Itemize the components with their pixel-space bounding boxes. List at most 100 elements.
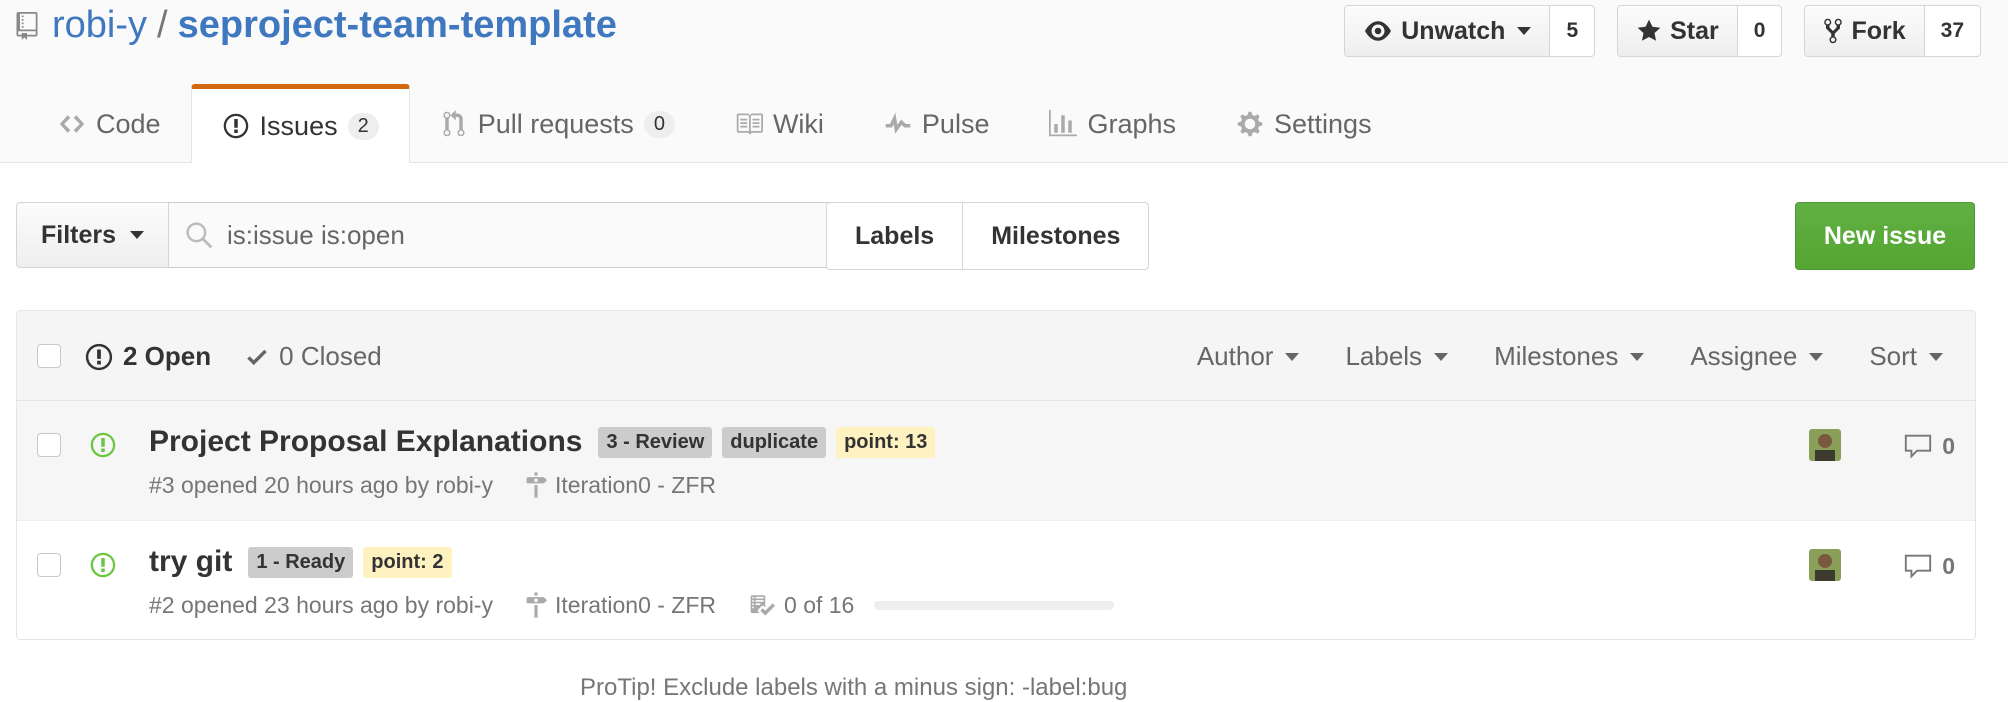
labels-filter-label: Labels [1345, 341, 1423, 371]
assignee-filter-label: Assignee [1690, 341, 1798, 371]
issues-counter: 2 [347, 112, 379, 140]
milestone-icon [526, 592, 547, 618]
watch-button-group: Unwatch 5 [1344, 5, 1596, 57]
labels-milestones-group: Labels Milestones [826, 202, 1150, 270]
stars-count[interactable]: 0 [1738, 6, 1782, 56]
issue-state-toggle: 2 Open 0 Closed [85, 341, 382, 372]
sort-menu[interactable]: Sort [1869, 341, 1943, 372]
forks-count[interactable]: 37 [1925, 6, 1980, 56]
repo-title: robi-y / seproject-team-template [16, 4, 617, 47]
star-label: Star [1670, 16, 1719, 45]
fork-label: Fork [1851, 16, 1906, 45]
milestone-icon [526, 472, 547, 498]
pull-requests-counter: 0 [643, 110, 675, 138]
new-issue-button[interactable]: New issue [1795, 202, 1975, 270]
comment-count: 0 [1942, 432, 1955, 459]
filters-button[interactable]: Filters [16, 202, 170, 268]
closed-count-label: 0 Closed [279, 341, 382, 371]
issue-title-line: try git 1 - Ready point: 2 [149, 545, 452, 579]
eye-icon [1365, 21, 1392, 41]
issue-meta: #2 opened 23 hours ago by robi-y Iterati… [149, 590, 1115, 620]
issues-table-header: 2 Open 0 Closed Author Labels Milestones… [17, 311, 1975, 401]
task-progress-bar [874, 600, 1115, 610]
select-all-checkbox[interactable] [37, 344, 61, 368]
gear-icon [1237, 111, 1263, 137]
search-value: is:issue is:open [227, 219, 405, 250]
issue-milestone-label: Iteration0 - ZFR [554, 591, 717, 618]
protip-text: ProTip! Exclude labels with a minus sign… [580, 674, 1128, 701]
tab-pull-requests-label: Pull requests [477, 108, 634, 139]
issue-label[interactable]: 1 - Ready [248, 546, 354, 578]
tab-settings-label: Settings [1274, 108, 1372, 139]
issue-opened-info: #3 opened 20 hours ago by robi-y [149, 471, 493, 498]
issue-title-link[interactable]: try git [149, 545, 232, 579]
star-button-group: Star 0 [1617, 5, 1783, 57]
issue-comments-link[interactable]: 0 [1902, 551, 1955, 581]
star-button[interactable]: Star [1618, 6, 1738, 56]
star-icon [1637, 19, 1661, 41]
author-filter-menu[interactable]: Author [1197, 341, 1300, 372]
issues-filter-bar: Filters is:issue is:open [16, 202, 843, 268]
tab-issues-label: Issues [259, 110, 338, 141]
code-icon [59, 115, 85, 133]
issue-checkbox[interactable] [37, 433, 61, 457]
task-progress: 0 of 16 [748, 592, 1115, 619]
fork-icon [1824, 18, 1843, 44]
issue-milestone-link[interactable]: Iteration0 - ZFR [525, 590, 716, 620]
issue-title-line: Project Proposal Explanations 3 - Review… [149, 425, 936, 459]
labels-filter-menu[interactable]: Labels [1345, 341, 1449, 372]
assignee-filter-menu[interactable]: Assignee [1690, 341, 1824, 372]
unwatch-button[interactable]: Unwatch [1345, 6, 1551, 56]
avatar-image [1809, 429, 1841, 461]
milestones-button[interactable]: Milestones [963, 203, 1148, 269]
tab-pull-requests[interactable]: Pull requests 0 [410, 88, 705, 160]
issue-label[interactable]: duplicate [722, 426, 827, 458]
tab-graphs-label: Graphs [1087, 108, 1177, 139]
open-issues-link[interactable]: 2 Open [85, 341, 211, 372]
repo-owner-link[interactable]: robi-y [52, 4, 147, 47]
unwatch-label: Unwatch [1401, 16, 1506, 45]
watchers-count[interactable]: 5 [1550, 6, 1594, 56]
tab-code-label: Code [96, 108, 161, 139]
chevron-down-icon [1809, 352, 1824, 361]
tab-code[interactable]: Code [28, 88, 191, 160]
issue-row: try git 1 - Ready point: 2 #2 opened 23 … [17, 521, 1975, 639]
repo-icon [16, 11, 38, 40]
open-count-label: 2 Open [123, 341, 212, 371]
pull-request-icon [443, 110, 465, 137]
tab-wiki[interactable]: Wiki [705, 88, 854, 160]
tab-settings[interactable]: Settings [1206, 88, 1402, 160]
assignee-avatar[interactable] [1809, 549, 1841, 581]
labels-button[interactable]: Labels [827, 203, 964, 269]
tab-pulse[interactable]: Pulse [854, 88, 1020, 160]
milestones-filter-menu[interactable]: Milestones [1494, 341, 1645, 372]
closed-issues-link[interactable]: 0 Closed [245, 341, 382, 372]
issue-comments-link[interactable]: 0 [1902, 431, 1955, 461]
issue-checkbox[interactable] [37, 553, 61, 577]
repo-name-link[interactable]: seproject-team-template [178, 4, 617, 47]
filters-label: Filters [41, 220, 117, 249]
sort-label: Sort [1869, 341, 1917, 371]
issue-milestone-link[interactable]: Iteration0 - ZFR [525, 470, 716, 500]
issue-label[interactable]: point: 2 [363, 546, 452, 578]
check-icon [247, 349, 267, 365]
comment-icon [1905, 554, 1932, 579]
fork-button[interactable]: Fork [1805, 6, 1925, 56]
comment-count: 0 [1942, 552, 1955, 579]
tab-pulse-label: Pulse [921, 108, 990, 139]
issue-label[interactable]: point: 13 [836, 426, 936, 458]
tab-issues[interactable]: Issues 2 [190, 84, 410, 163]
milestones-filter-label: Milestones [1494, 341, 1619, 371]
assignee-avatar[interactable] [1809, 429, 1841, 461]
issues-table: 2 Open 0 Closed Author Labels Milestones… [16, 310, 1976, 640]
checklist-icon [750, 595, 776, 616]
issue-label[interactable]: 3 - Review [598, 426, 713, 458]
graph-icon [1049, 110, 1078, 137]
issue-opened-icon [90, 432, 116, 458]
chevron-down-icon [1929, 352, 1943, 361]
tab-graphs[interactable]: Graphs [1019, 88, 1206, 160]
chevron-down-icon [1630, 352, 1645, 361]
author-filter-label: Author [1196, 341, 1274, 371]
issue-title-link[interactable]: Project Proposal Explanations [149, 425, 582, 459]
search-input[interactable]: is:issue is:open [169, 202, 843, 268]
